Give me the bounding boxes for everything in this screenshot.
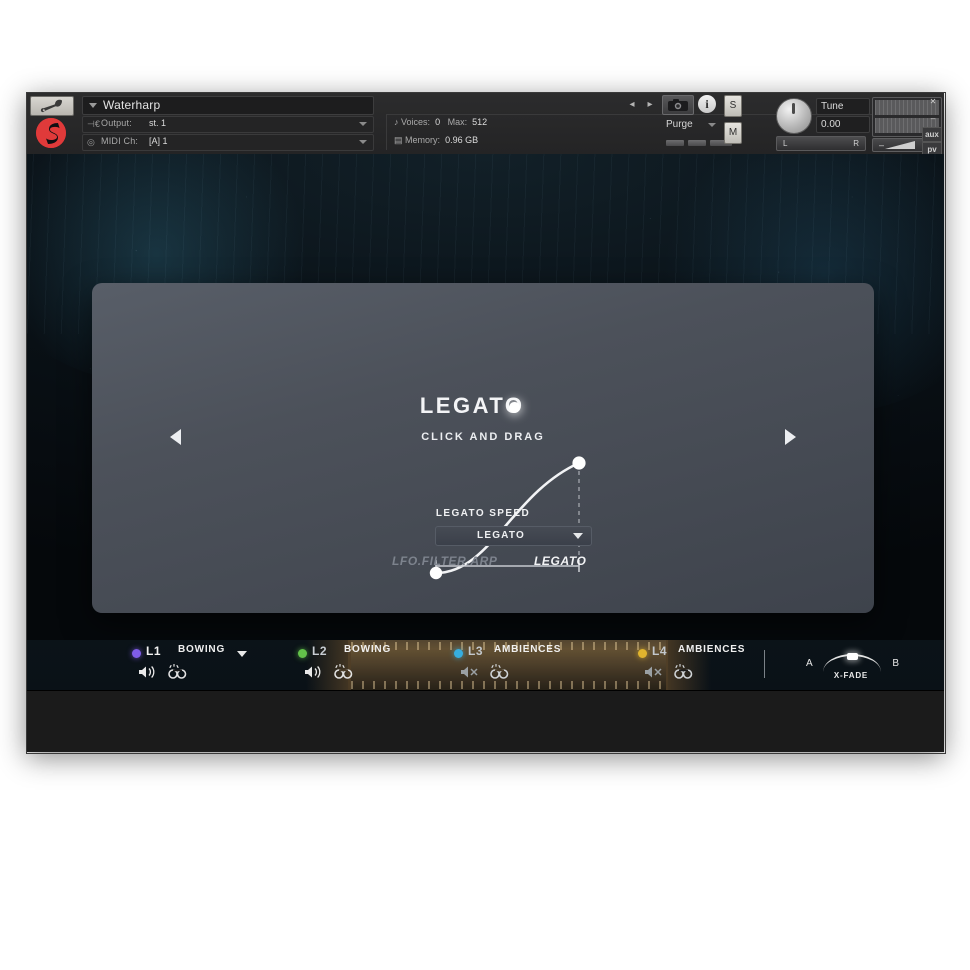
output-value: st. 1	[149, 118, 167, 128]
next-preset-button[interactable]: ▸	[644, 99, 656, 111]
pan-left-label: L	[783, 139, 788, 148]
window-minimize-button[interactable]: –	[924, 112, 942, 125]
xfade-divider	[764, 650, 765, 678]
segment-2[interactable]	[688, 140, 706, 146]
tune-knob-indicator	[792, 103, 795, 114]
volume-minus[interactable]: –	[879, 139, 884, 151]
midi-icon: ◎	[87, 137, 95, 147]
camera-icon[interactable]	[662, 95, 694, 115]
screenshot-root: Waterharp ⊣€ Output: st. 1 ◎ MIDI Ch: [A…	[0, 0, 970, 970]
layer-color-dot	[638, 649, 647, 658]
chevron-down-icon[interactable]	[359, 140, 367, 144]
aux-button[interactable]: aux	[922, 127, 942, 142]
info-icon[interactable]: i	[698, 95, 716, 113]
chevron-down-icon[interactable]	[237, 651, 247, 657]
solo-button[interactable]: S	[724, 95, 742, 117]
voices-value: 0	[435, 117, 441, 127]
segment-1[interactable]	[666, 140, 684, 146]
loop-icon[interactable]	[674, 663, 694, 685]
legato-speed-select[interactable]: LEGATO	[435, 526, 592, 546]
xfade-handle[interactable]	[847, 653, 858, 660]
loop-icon[interactable]	[334, 663, 354, 685]
loop-icon[interactable]	[490, 663, 510, 685]
legato-speed-value: LEGATO	[477, 530, 525, 541]
layer-L1[interactable]: L1 BOWING	[132, 640, 302, 690]
performance-controls: VOLUME ATTACK OFFSET	[26, 690, 944, 691]
speaker-on-icon[interactable]	[304, 665, 326, 684]
window-close-button[interactable]: ✕	[924, 95, 942, 108]
instrument-name-bar[interactable]: Waterharp	[82, 96, 374, 115]
layer-articulation[interactable]: BOWING	[344, 644, 391, 655]
layer-L3[interactable]: L3 AMBIENCES	[454, 640, 614, 690]
purge-label: Purge	[666, 119, 693, 130]
layer-L4[interactable]: L4 AMBIENCES	[638, 640, 798, 690]
click-and-drag-hint: CLICK AND DRAG	[421, 431, 545, 443]
prev-preset-button[interactable]: ◂	[626, 99, 638, 111]
memory-icon: ▤	[394, 135, 403, 145]
memory-label: Memory:	[405, 135, 441, 145]
speaker-muted-icon[interactable]	[644, 665, 666, 684]
layer-color-dot	[454, 649, 463, 658]
midi-row[interactable]: ◎ MIDI Ch: [A] 1	[82, 134, 374, 151]
layer-color-dot	[132, 649, 141, 658]
voices-label: Voices:	[401, 117, 431, 127]
xfade-b-label: B	[892, 658, 899, 669]
tune-label: Tune	[816, 98, 870, 115]
header-divider	[386, 114, 387, 150]
layer-articulation[interactable]: BOWING	[178, 644, 225, 655]
legato-speed-label: LEGATO SPEED	[435, 508, 531, 519]
instrument-background: CLOSE LEGATO LEGATO CLICK AND DRAG	[26, 154, 944, 691]
layer-L2[interactable]: L2 BOWING	[298, 640, 448, 690]
layer-id: L3	[468, 644, 484, 658]
volume-fill	[885, 141, 915, 149]
purge-menu[interactable]: Purge	[666, 119, 716, 130]
voices-stat: ♪ Voices: 0 Max: 512	[394, 117, 487, 132]
chevron-down-icon[interactable]	[359, 122, 367, 126]
status-dot[interactable]: LEGATO	[92, 400, 874, 418]
layer-articulation[interactable]: AMBIENCES	[494, 644, 561, 655]
layer-id: L2	[312, 644, 328, 658]
speaker-muted-icon[interactable]	[460, 665, 482, 684]
max-value: 512	[472, 117, 488, 127]
voices-icon: ♪	[394, 117, 399, 127]
tab-lfo-filter-arp[interactable]: LFO.FILTER.ARP	[392, 554, 498, 568]
xfade-control[interactable]: A B X-FADE	[801, 652, 901, 686]
mute-button[interactable]: M	[724, 122, 742, 144]
chevron-down-icon[interactable]	[573, 533, 583, 539]
layer-articulation[interactable]: AMBIENCES	[678, 644, 745, 655]
midi-label: MIDI Ch:	[101, 136, 139, 146]
layer-id: L4	[652, 644, 668, 658]
pan-right-label: R	[853, 139, 859, 148]
legato-modal: LEGATO LEGATO CLICK AND DRAG	[92, 283, 874, 613]
max-label: Max:	[447, 117, 468, 127]
memory-stat: ▤ Memory: 0.96 GB	[394, 135, 478, 150]
wrench-icon[interactable]	[30, 96, 74, 116]
instrument-name: Waterharp	[103, 98, 161, 112]
midi-value: [A] 1	[149, 136, 168, 146]
output-label: Output:	[101, 118, 132, 128]
kontakt-plugin-window: Waterharp ⊣€ Output: st. 1 ◎ MIDI Ch: [A…	[26, 92, 944, 752]
tune-value[interactable]: 0.00	[816, 116, 870, 133]
tune-knob[interactable]	[776, 98, 812, 134]
speaker-on-icon[interactable]	[138, 665, 160, 684]
output-row[interactable]: ⊣€ Output: st. 1	[82, 116, 374, 133]
loop-icon[interactable]	[168, 663, 188, 685]
chevron-down-icon[interactable]	[708, 123, 716, 127]
layer-color-dot	[298, 649, 307, 658]
output-icon: ⊣€	[87, 119, 100, 129]
chevron-down-icon[interactable]	[89, 103, 97, 108]
memory-value: 0.96 GB	[445, 135, 479, 145]
sonokinetic-s-logo	[34, 117, 68, 149]
pan-slider[interactable]: L R	[776, 136, 866, 151]
kontakt-header: Waterharp ⊣€ Output: st. 1 ◎ MIDI Ch: [A…	[26, 92, 944, 157]
layer-id: L1	[146, 644, 162, 658]
xfade-label: X-FADE	[833, 671, 869, 680]
xfade-a-label: A	[806, 658, 813, 669]
tab-legato[interactable]: LEGATO	[534, 554, 587, 568]
